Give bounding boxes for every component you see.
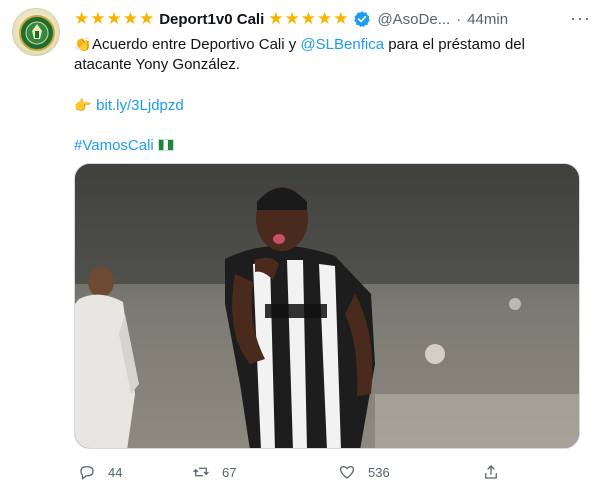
tweet-text: 👏Acuerdo entre Deportivo Cali y @SLBenfi… [74,34,584,156]
link-line: 👉 bit.ly/3Ljdpzd [74,95,584,116]
club-crest-icon [19,15,55,51]
colombia-flag-icon [157,139,174,151]
user-handle[interactable]: @AsoDe... [377,11,450,28]
heart-icon [339,465,355,479]
retweet-count: 67 [222,464,237,480]
text-line-2: atacante Yony González. [74,56,240,73]
tweet-card[interactable]: ★★★★★ Deport1v0 Cali ★★★★★ @AsoDe... · 4… [0,0,599,493]
tweet-photo[interactable] [74,163,580,449]
short-url-link[interactable]: bit.ly/3Ljdpzd [96,97,184,114]
tweet-header: ★★★★★ Deport1v0 Cali ★★★★★ @AsoDe... · 4… [74,8,589,30]
blank-line-2 [74,116,584,136]
player-celebration-image [75,164,579,448]
verified-badge-icon [354,11,371,28]
text-line1-suffix: para el préstamo del [384,36,525,53]
clap-emoji-icon: 👏 [74,36,92,52]
retweet-icon [193,467,209,477]
hashtag-link[interactable]: #VamosCali [74,137,154,154]
mention-link[interactable]: @SLBenfica [300,36,384,53]
separator-dot: · [456,10,462,28]
point-right-emoji-icon: 👉 [74,97,92,113]
action-bar: 44 67 536 [74,460,514,484]
reply-icon [80,466,94,480]
text-line1-prefix: Acuerdo entre Deportivo Cali y [92,36,301,53]
like-count: 536 [368,464,390,480]
avatar[interactable] [12,8,60,56]
timestamp[interactable]: 44min [467,11,508,28]
share-icon [485,465,497,479]
like-button[interactable]: 536 [338,463,390,481]
hashtag-line: #VamosCali [74,136,584,156]
reply-count: 44 [108,464,123,480]
reply-button[interactable]: 44 [78,463,122,481]
display-name[interactable]: Deport1v0 Cali [159,11,264,28]
text-line-1: 👏Acuerdo entre Deportivo Cali y @SLBenfi… [74,34,584,55]
share-button[interactable] [482,463,512,481]
more-options-icon[interactable]: ··· [570,8,591,29]
retweet-button[interactable]: 67 [192,463,236,481]
stars-right: ★★★★★ [268,9,350,28]
stars-left: ★★★★★ [74,9,156,28]
